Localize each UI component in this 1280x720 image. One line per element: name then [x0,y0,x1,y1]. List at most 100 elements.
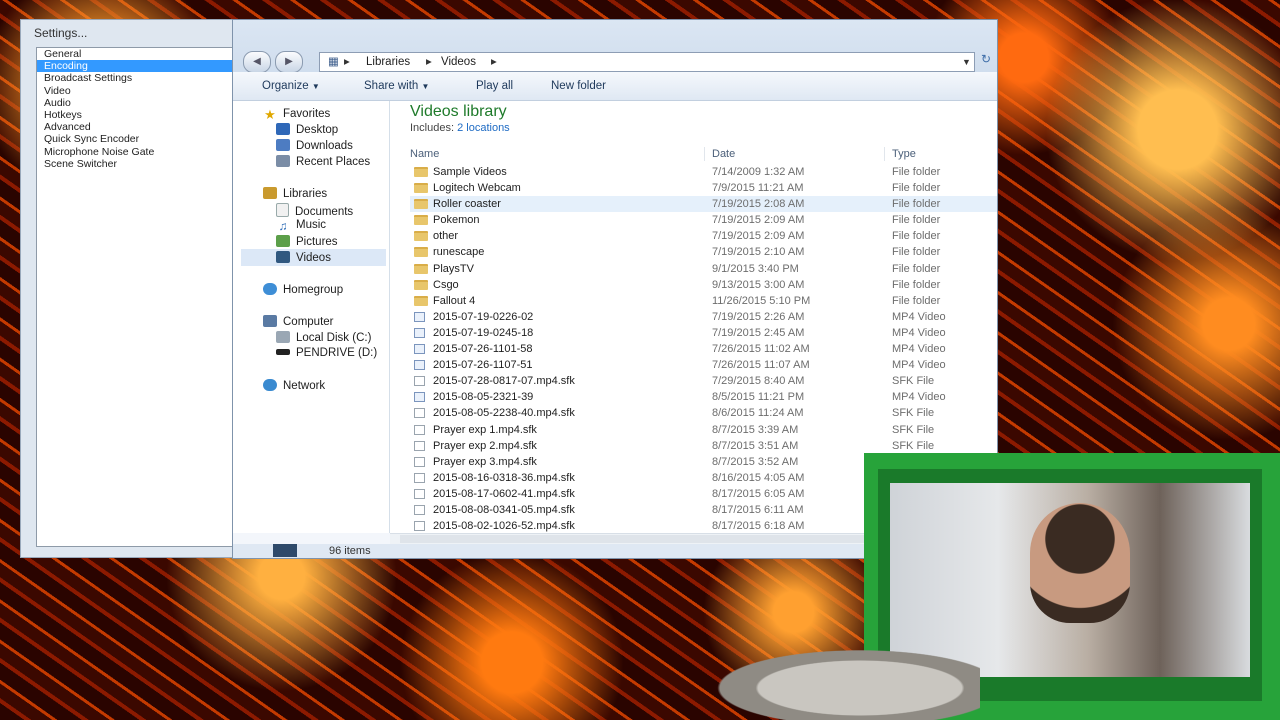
breadcrumb-libraries[interactable]: Libraries [366,53,410,71]
file-row[interactable]: Csgo 9/13/2015 3:00 AM File folder [410,277,997,293]
file-row[interactable]: Prayer exp 2.mp4.sfk 8/7/2015 3:51 AM SFK … [410,438,997,454]
file-date: 9/1/2015 3:40 PM [712,262,799,275]
breadcrumb-separator-icon: ▸ [491,56,497,68]
hard-disk-icon [276,331,290,343]
nav-label: PENDRIVE (D:) [296,347,378,359]
file-date: 8/17/2015 6:05 AM [712,487,805,500]
settings-item-video[interactable]: Video [37,85,234,97]
file-row[interactable]: runescape 7/19/2015 2:10 AM File folder [410,244,997,260]
file-name: 2015-08-02-1026-52.mp4.sfk [433,520,575,533]
star-icon: ★ [264,107,276,122]
address-bar[interactable]: ▦ ▸ Libraries ▸ Videos ▸ ▼ [319,52,975,72]
file-row[interactable]: 2015-08-05-2238-40.mp4.sfk 8/6/2015 11:24… [410,405,997,421]
file-name: 2015-08-17-0602-41.mp4.sfk [433,487,575,500]
nav-label: Network [283,380,326,392]
settings-item-hotkeys[interactable]: Hotkeys [37,109,234,121]
recent-places-icon [276,155,290,167]
file-name: 2015-07-26-1101-58 [433,343,533,356]
file-row[interactable]: PlaysTV 9/1/2015 3:40 PM File folder [410,261,997,277]
nav-pendrive[interactable]: PENDRIVE (D:) [276,347,377,359]
forward-button[interactable]: ▶ [275,51,303,73]
new-folder-button[interactable]: New folder [551,80,606,92]
settings-item-audio[interactable]: Audio [37,97,234,109]
settings-item-encoding[interactable]: Encoding [37,60,234,73]
file-row[interactable]: 2015-07-19-0245-18 7/19/2015 2:45 AM MP4 V… [410,325,997,341]
nav-favorites[interactable]: ★ Favorites [263,107,330,122]
file-name: 2015-08-05-2238-40.mp4.sfk [433,407,575,420]
file-row[interactable]: 2015-07-19-0226-02 7/19/2015 2:26 AM MP4 V… [410,309,997,325]
file-row[interactable]: 2015-07-26-1101-58 7/26/2015 11:02 AM MP4 … [410,341,997,357]
settings-item-quick-sync-encoder[interactable]: Quick Sync Encoder [37,133,234,145]
folder-icon [414,263,428,274]
nav-network[interactable]: Network [263,379,325,392]
nav-recent-places[interactable]: Recent Places [276,155,370,168]
nav-computer[interactable]: Computer [263,315,334,328]
file-name: 2015-07-26-1107-51 [433,359,533,372]
file-row[interactable]: Pokemon 7/19/2015 2:09 AM File folder [410,212,997,228]
nav-label: Computer [283,316,334,328]
file-date: 7/9/2015 11:21 AM [712,182,804,195]
folder-icon [414,279,428,290]
nav-music[interactable]: ♫ Music [276,219,327,233]
settings-item-scene-switcher[interactable]: Scene Switcher [37,158,234,170]
share-with-button[interactable]: Share with ▼ [364,80,429,92]
streamer-face [1030,503,1130,623]
nav-libraries[interactable]: Libraries [263,187,327,200]
play-all-button[interactable]: Play all [476,80,513,92]
nav-desktop[interactable]: Desktop [276,123,338,136]
breadcrumb-videos[interactable]: Videos [441,53,476,71]
share-with-label: Share with [364,80,419,92]
settings-item-broadcast-settings[interactable]: Broadcast Settings [37,72,234,84]
file-type: SFK File [892,439,935,452]
videos-icon [276,251,290,263]
settings-item-advanced[interactable]: Advanced [37,121,234,133]
settings-item-microphone-noise-gate[interactable]: Microphone Noise Gate [37,146,234,158]
library-includes: Includes: 2 locations [410,122,510,134]
file-type: MP4 Video [892,326,946,339]
file-row[interactable]: other 7/19/2015 2:09 AM File folder [410,228,997,244]
nav-homegroup[interactable]: Homegroup [263,283,343,296]
file-date: 11/26/2015 5:10 PM [712,294,811,307]
refresh-icon[interactable]: ↻ [981,52,995,70]
file-name: Prayer exp 3.mp4.sfk [433,455,537,468]
organize-button[interactable]: Organize ▼ [262,80,320,92]
nav-documents[interactable]: Documents [276,203,353,218]
file-date: 9/13/2015 3:00 AM [712,278,805,291]
nav-videos[interactable]: Videos [241,249,386,266]
settings-item-general[interactable]: General [37,48,234,60]
file-name: other [433,230,459,243]
file-name: PlaysTV [433,262,474,275]
chevron-down-icon: ▼ [311,82,320,91]
file-row[interactable]: 2015-07-26-1107-51 7/26/2015 11:07 AM MP4 … [410,357,997,373]
file-row[interactable]: Sample Videos 7/14/2009 1:32 AM File folde… [410,164,997,180]
file-type: SFK File [892,423,935,436]
locations-link[interactable]: 2 locations [457,122,510,134]
address-dropdown-icon[interactable]: ▼ [962,53,971,71]
file-date: 7/19/2015 2:10 AM [712,246,805,259]
file-row[interactable]: Prayer exp 1.mp4.sfk 8/7/2015 3:39 AM SFK … [410,422,997,438]
file-row[interactable]: 2015-07-28-0817-07.mp4.sfk 7/29/2015 8:40… [410,373,997,389]
nav-local-disk[interactable]: Local Disk (C:) [276,331,371,344]
folder-icon [414,167,428,177]
file-name: 2015-07-28-0817-07.mp4.sfk [433,375,575,388]
file-icon [414,440,425,451]
column-header-type[interactable]: Type [892,148,916,160]
breadcrumb-separator-icon: ▸ [426,56,432,68]
file-row[interactable]: Logitech Webcam 7/9/2015 11:21 AM File fol… [410,180,997,196]
file-name: Pokemon [433,214,480,227]
nav-label: Recent Places [296,156,371,168]
column-header-date[interactable]: Date [712,148,735,160]
folder-icon [414,183,428,194]
file-row[interactable]: Roller coaster 7/19/2015 2:08 AM File fold… [410,196,997,213]
file-name: Prayer exp 2.mp4.sfk [433,439,537,452]
file-date: 8/16/2015 4:05 AM [712,471,805,484]
nav-pictures[interactable]: Pictures [276,235,338,248]
nav-downloads[interactable]: Downloads [276,139,353,152]
file-icon [414,424,425,435]
back-button[interactable]: ◀ [243,51,271,73]
command-toolbar: Organize ▼ Share with ▼ Play all New fol… [233,72,997,101]
column-header-name[interactable]: Name [410,148,439,160]
document-icon [276,203,289,217]
file-row[interactable]: 2015-08-05-2321-39 8/5/2015 11:21 PM MP4 V… [410,389,997,405]
file-row[interactable]: Fallout 4 11/26/2015 5:10 PM File folder [410,293,997,309]
